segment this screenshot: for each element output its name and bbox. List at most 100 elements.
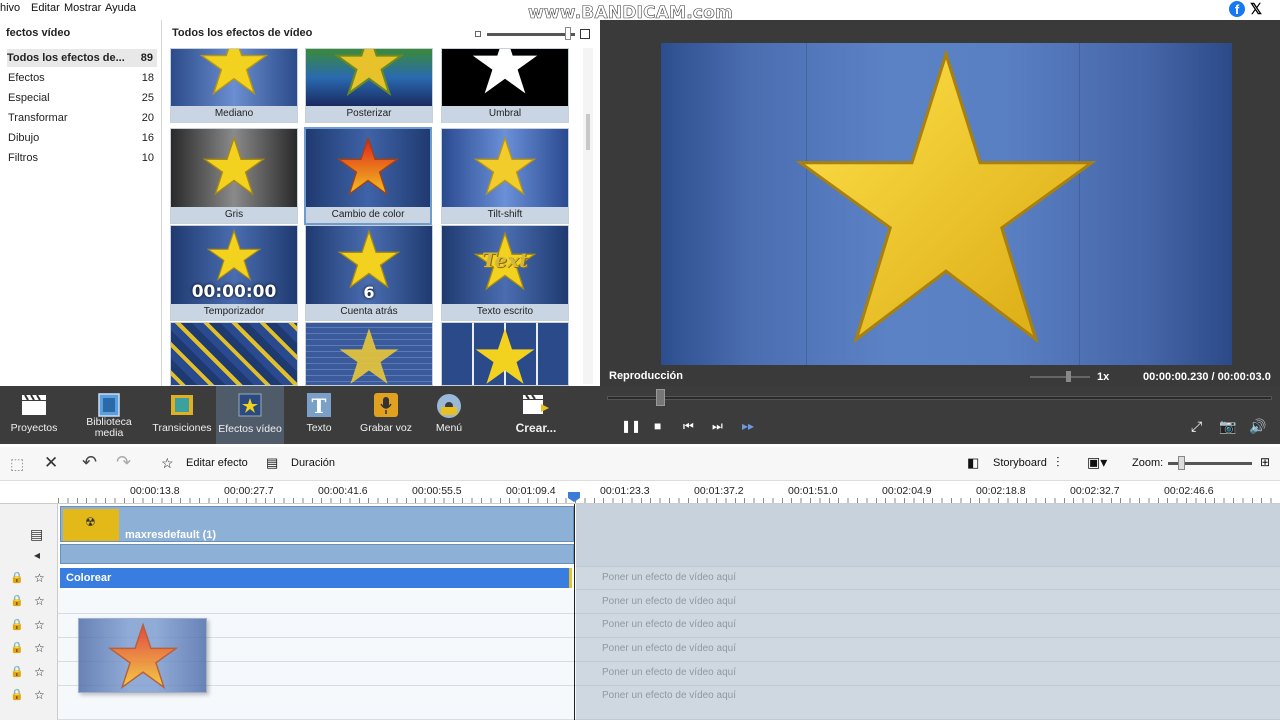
audio-mixer-icon[interactable]: ⫶ [1056,454,1060,471]
effect-tile-temporizador[interactable]: 00:00:00 Temporizador [170,225,298,321]
star-icon [339,328,399,384]
effect-thumbnail: 6 [306,226,432,304]
effect-tile-posterizar[interactable]: Posterizar [305,48,433,123]
menu-mostrar[interactable]: Mostrar [64,2,101,14]
effect-tile-pattern[interactable] [170,322,298,386]
ruler-tick: 00:02:04.9 [882,485,932,497]
transitions-button[interactable]: Transiciones [150,386,214,444]
effect-tile-texto-escrito[interactable]: Text Texto escrito [441,225,569,321]
thumb-size-small-icon[interactable] [475,31,481,37]
fullscreen-icon[interactable]: ⤢ [1191,418,1202,435]
text-t-icon: T [307,393,331,418]
storyboard-button[interactable]: Storyboard [993,457,1047,469]
dragged-effect-ghost[interactable] [78,618,207,693]
star-icon [475,328,535,384]
seek-knob[interactable] [656,389,665,406]
snapshot-icon[interactable]: 📷 [1219,418,1236,435]
effect-tile-gris[interactable]: Gris [170,128,298,224]
edit-effect-button[interactable]: Editar efecto [186,457,248,469]
audio-clip[interactable] [60,544,574,564]
redo-icon[interactable]: ↷ [116,452,131,473]
x-icon[interactable]: 𝕏 [1250,0,1262,18]
lock-icon[interactable]: 🔒 [10,595,24,607]
menu-ayuda[interactable]: Ayuda [105,2,136,14]
effect-thumbnail [171,49,297,106]
facebook-icon[interactable]: f [1229,1,1245,17]
speed-slider-knob[interactable] [1066,371,1071,382]
display-options-icon[interactable]: ▣▾ [1087,454,1107,471]
effect-tile-puzzle[interactable] [441,322,569,386]
record-voice-button[interactable]: Grabar voz [356,386,416,444]
duration-icon[interactable]: ▤ [266,455,278,471]
speed-slider[interactable] [1030,376,1090,378]
zoom-label: Zoom: [1132,457,1164,469]
lock-icon[interactable]: 🔒 [10,642,24,654]
pause-icon[interactable]: ❚❚ [621,419,641,433]
effect-track-header[interactable]: 🔒 ☆ [10,688,50,702]
menu-button[interactable]: Menú [424,386,474,444]
effect-star-icon: ☆ [34,594,45,608]
select-all-icon[interactable]: ⬚ [10,455,24,473]
video-effects-button[interactable]: Efectos vídeo [216,386,284,444]
media-library-button[interactable]: Biblioteca media [78,386,140,444]
zoom-fit-icon[interactable]: ⊞ [1260,455,1270,469]
next-icon[interactable]: ⏭ [712,419,723,434]
scrollbar-thumb[interactable] [586,114,590,150]
lock-icon[interactable]: 🔒 [10,666,24,678]
category-item-dibujo[interactable]: Dibujo 16 [8,129,158,147]
effect-track-header[interactable]: 🔒 ☆ [10,641,50,655]
category-count: 10 [141,152,154,164]
lock-icon[interactable]: 🔒 [10,689,24,701]
volume-icon[interactable]: 🔊 [1249,418,1266,435]
video-track-icon: ▤ [30,526,44,542]
effect-track-header[interactable]: 🔒 ☆ [10,571,50,585]
effect-tile-mediano[interactable]: Mediano [170,48,298,123]
category-item-transformar[interactable]: Transformar 20 [8,109,158,127]
gallery-scrollbar[interactable] [583,48,593,384]
undo-icon[interactable]: ↶ [82,452,97,473]
thumb-size-knob[interactable] [565,27,571,40]
seek-bar[interactable] [607,396,1272,400]
projects-button[interactable]: Proyectos [6,386,62,444]
category-count: 18 [141,72,154,84]
empty-track-region[interactable] [576,504,1280,567]
storyboard-icon[interactable]: ◧ [967,455,979,471]
effect-track-header[interactable]: 🔒 ☆ [10,665,50,679]
previous-icon[interactable]: ⏮ [683,419,694,434]
effect-tile-mosaic[interactable] [305,322,433,386]
effect-label: Temporizador [171,304,297,320]
timeline-ruler[interactable]: 00:00:13.8 00:00:27.7 00:00:41.6 00:00:5… [0,482,1280,504]
effect-track-header[interactable]: 🔒 ☆ [10,618,50,632]
text-button[interactable]: T Texto [292,386,346,444]
create-button[interactable]: Crear... [508,386,564,444]
thumb-size-slider[interactable] [487,33,575,36]
preview-video[interactable] [661,43,1232,365]
effect-tile-cuenta-atras[interactable]: 6 Cuenta atrás [305,225,433,321]
delete-icon[interactable]: ✕ [44,453,58,473]
track-area[interactable]: Poner un efecto de vídeo aquí Poner un e… [58,504,1280,720]
edit-effect-icon[interactable]: ☆ [161,455,174,472]
category-item-especial[interactable]: Especial 25 [8,89,158,107]
category-item-all[interactable]: Todos los efectos de... 89 [7,49,157,67]
effect-clip-colorear[interactable]: Colorear [60,568,572,588]
effect-tile-umbral[interactable]: Umbral [441,48,569,123]
video-clip[interactable]: ☢ maxresdefault (1) [60,506,574,542]
frame-step-icon[interactable]: ▸▸ [742,419,754,433]
effect-track-header[interactable]: 🔒 ☆ [10,594,50,608]
category-item-efectos[interactable]: Efectos 18 [8,69,158,87]
stop-icon[interactable]: ■ [654,419,661,433]
thumb-size-large-icon[interactable] [580,29,590,39]
category-item-filtros[interactable]: Filtros 10 [8,149,158,167]
lock-icon[interactable]: 🔒 [10,572,24,584]
effect-tile-tilt-shift[interactable]: Tilt-shift [441,128,569,224]
menu-archivo[interactable]: hivo [0,2,20,14]
effect-label: Cuenta atrás [306,304,432,320]
text-overlay: Text [481,248,529,272]
effect-tile-cambio-de-color[interactable]: Cambio de color [304,127,432,225]
star-icon [336,136,400,196]
effect-label: Texto escrito [442,304,568,320]
lock-icon[interactable]: 🔒 [10,619,24,631]
menu-editar[interactable]: Editar [31,2,60,14]
zoom-slider-knob[interactable] [1178,456,1185,470]
duration-button[interactable]: Duración [291,457,335,469]
